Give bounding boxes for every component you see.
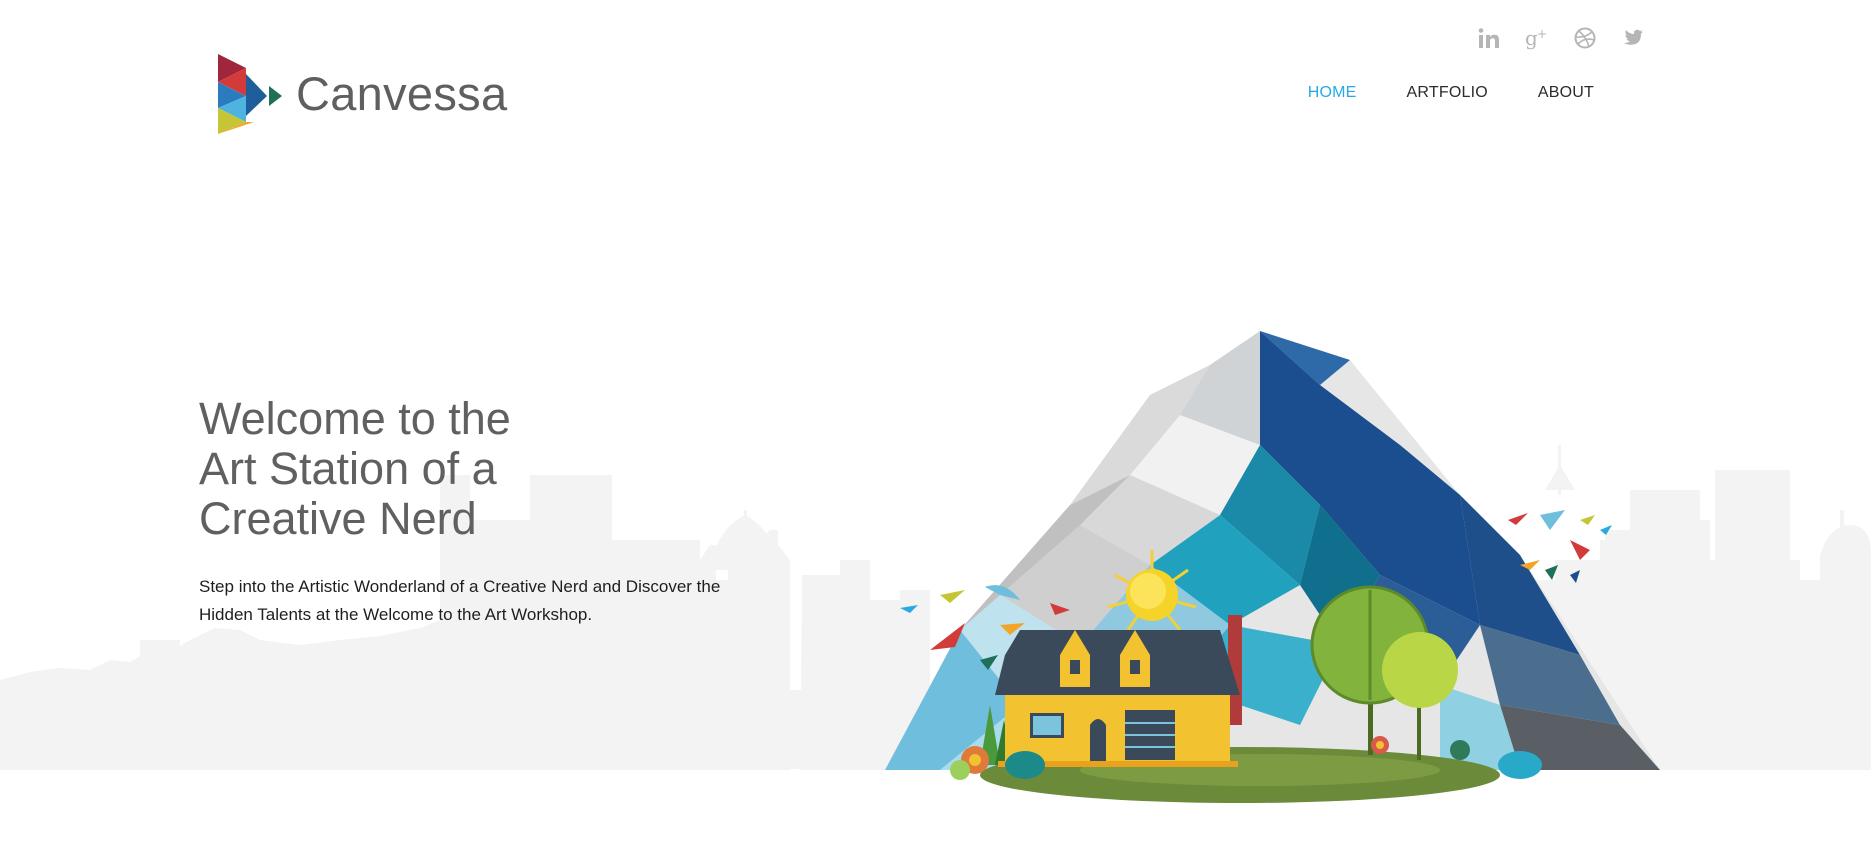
hero-description-line: Hidden Talents at the Welcome to the Art… [199,605,593,624]
linkedin-icon [1478,28,1499,48]
hero-title-line: Creative Nerd [199,493,477,544]
house-icon [995,615,1242,767]
social-links: g + [1477,26,1645,50]
logo-icon [218,54,282,134]
nav-about[interactable]: ABOUT [1538,84,1594,102]
hero-description-line: Step into the Artistic Wonderland of a C… [199,577,721,596]
brand-name: Canvessa [296,66,508,120]
hero-title: Welcome to the Art Station of a Creative… [199,394,619,544]
svg-text:+: + [1537,27,1547,41]
dribbble-link[interactable] [1573,26,1597,50]
twitter-link[interactable] [1621,26,1645,50]
logo-link[interactable]: Canvessa [212,52,507,134]
hero-title-line: Welcome to the [199,393,511,444]
twitter-icon [1623,29,1643,45]
main-nav: HOME ARTFOLIO ABOUT [1308,84,1594,102]
nav-home[interactable]: HOME [1308,84,1357,102]
hero-description: Step into the Artistic Wonderland of a C… [199,573,759,629]
linkedin-link[interactable] [1477,26,1501,50]
google-plus-link[interactable]: g + [1525,26,1549,50]
hero-title-line: Art Station of a [199,443,497,494]
dribbble-icon [1574,27,1596,49]
google-plus-icon: g + [1525,26,1547,50]
mountain-house-illustration [885,331,1660,803]
nav-artfolio[interactable]: ARTFOLIO [1407,84,1488,102]
page: Canvessa g + HOME ARTFOLIO ABOUT Welcome… [0,0,1871,845]
